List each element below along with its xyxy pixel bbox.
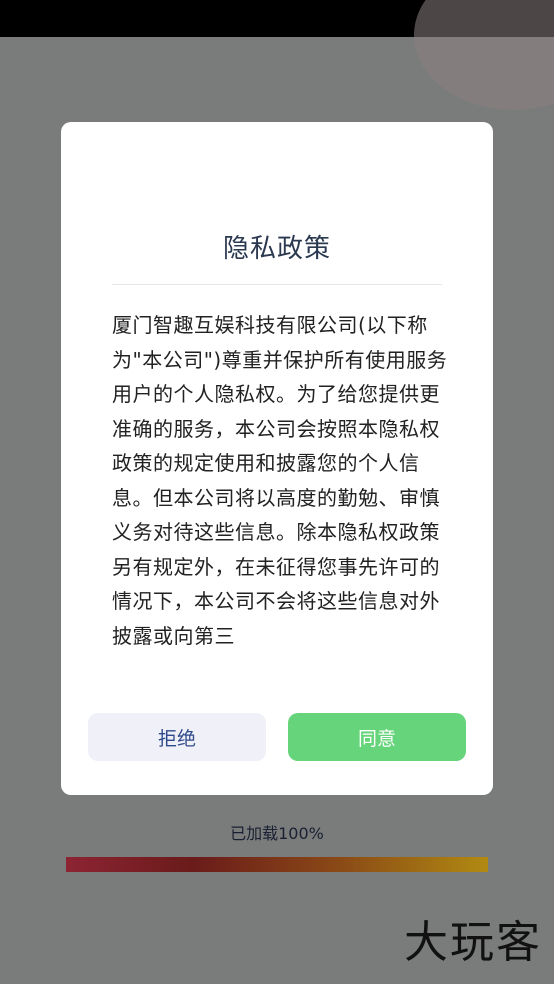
loading-progress-bar	[66, 857, 488, 872]
dialog-title: 隐私政策	[222, 234, 331, 264]
reject-button[interactable]: 拒绝	[88, 713, 266, 761]
agree-button[interactable]: 同意	[288, 713, 466, 761]
background-decoration	[414, 0, 554, 110]
loading-status: 已加载100%	[230, 824, 324, 843]
title-divider	[112, 284, 442, 285]
app-screen: 隐私政策 厦门智趣互娱科技有限公司(以下称为"本公司")尊重并保护所有使用服务用…	[0, 0, 554, 984]
policy-scroll-area[interactable]: 厦门智趣互娱科技有限公司(以下称为"本公司")尊重并保护所有使用服务用户的个人隐…	[112, 308, 448, 648]
policy-text: 厦门智趣互娱科技有限公司(以下称为"本公司")尊重并保护所有使用服务用户的个人隐…	[112, 313, 448, 648]
watermark-logo: 大玩客	[404, 917, 542, 968]
loading-progress-fill	[66, 857, 488, 872]
privacy-dialog: 隐私政策 厦门智趣互娱科技有限公司(以下称为"本公司")尊重并保护所有使用服务用…	[61, 122, 493, 795]
